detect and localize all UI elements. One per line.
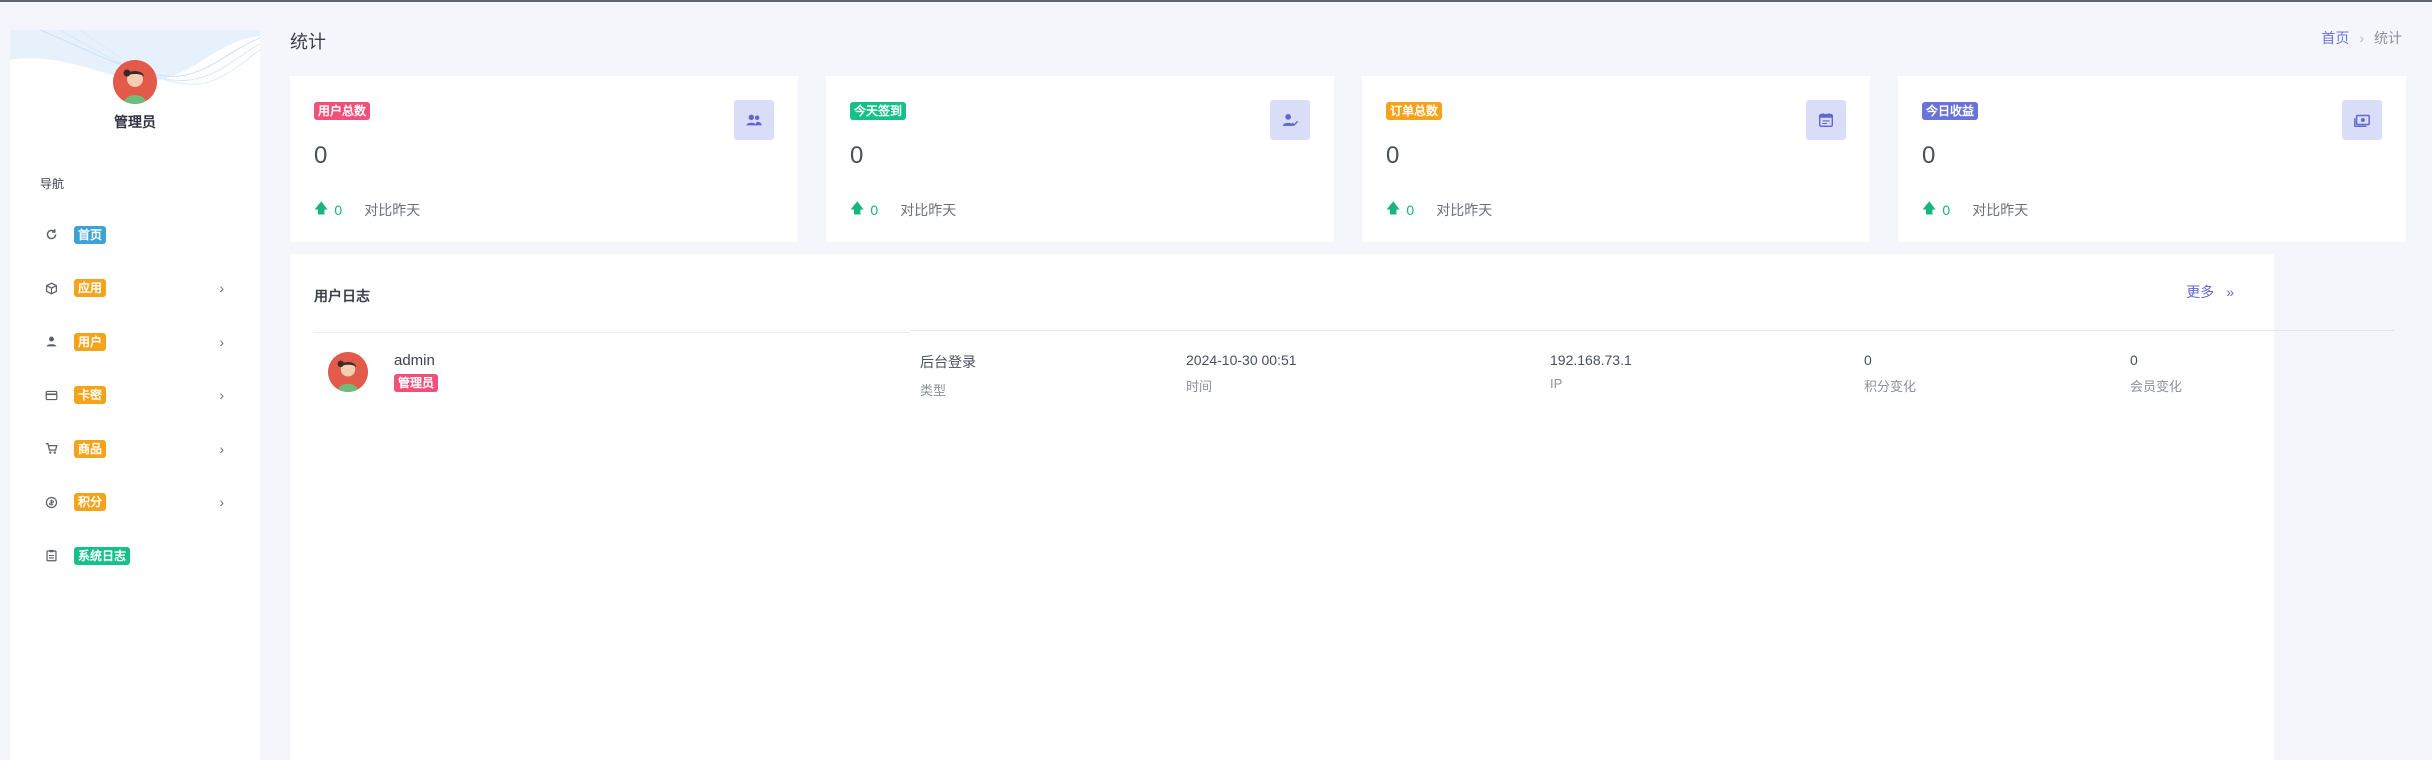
users-icon	[734, 100, 774, 140]
log-points-value: 0	[1864, 352, 1872, 368]
breadcrumb-home-link[interactable]: 首页	[2321, 30, 2349, 46]
sidebar-nav: 首页 应用 › 用户 › 卡密 › 商品 › 积分 › 系统日志	[10, 208, 260, 583]
log-time-label: 时间	[1186, 379, 1213, 394]
stat-card-delta: 0	[870, 202, 879, 218]
breadcrumb-current: 统计	[2374, 30, 2402, 46]
more-link[interactable]: 更多 »	[2186, 282, 2234, 302]
stat-card-today-checkin: 今天签到 0 🡅 0 对比昨天	[826, 76, 1334, 242]
refresh-icon	[44, 228, 58, 242]
stat-card-total-users: 用户总数 0 🡅 0 对比昨天	[290, 76, 798, 242]
sidebar-item-products[interactable]: 商品 ›	[10, 422, 260, 476]
arrow-up-icon: 🡅	[1386, 200, 1401, 216]
breadcrumb-separator: ›	[2359, 30, 2364, 46]
sidebar-item-users[interactable]: 用户 ›	[10, 315, 260, 369]
stat-card-today-revenue: 今日收益 0 🡅 0 对比昨天	[1898, 76, 2406, 242]
log-col-type: 后台登录 类型	[920, 352, 976, 399]
stat-card-label: 用户总数	[314, 102, 371, 120]
more-link-label: 更多	[2186, 284, 2215, 300]
stat-card-delta: 0	[1406, 202, 1415, 218]
sidebar-item-label: 系统日志	[74, 546, 131, 565]
user-icon	[44, 335, 58, 349]
stat-card-compare: 🡅 0 对比昨天	[1386, 198, 1492, 222]
sidebar: 管理员 导航 首页 应用 › 用户 › 卡密 › 商品 › 积分 › 系统日志	[10, 30, 260, 760]
coin-icon	[44, 495, 58, 509]
log-ip-value: 192.168.73.1	[1550, 352, 1632, 368]
stat-card-compare-label: 对比昨天	[1972, 202, 2029, 218]
sidebar-item-home[interactable]: 首页	[10, 208, 260, 262]
stat-card-label: 订单总数	[1386, 102, 1443, 120]
panel-title: 用户日志	[314, 288, 370, 304]
cash-icon	[2342, 100, 2382, 140]
avatar-illustration-icon	[328, 352, 368, 392]
chevron-right-icon: ›	[219, 387, 224, 404]
log-username: admin	[394, 352, 435, 369]
cube-icon	[44, 281, 58, 295]
stat-card-value: 0	[1922, 142, 1936, 169]
card-icon	[44, 388, 58, 402]
double-chevron-right-icon: »	[2226, 284, 2234, 300]
page-title: 统计	[290, 32, 326, 52]
stat-card-compare: 🡅 0 对比昨天	[850, 198, 956, 222]
log-col-points: 0 积分变化	[1864, 352, 1916, 395]
sidebar-item-label: 首页	[74, 225, 107, 244]
arrow-up-icon: 🡅	[1922, 200, 1937, 216]
clipboard-icon	[44, 549, 58, 563]
avatar	[328, 352, 368, 392]
stat-card-delta: 0	[334, 202, 343, 218]
sidebar-item-label: 应用	[74, 279, 107, 298]
log-points-label: 积分变化	[1864, 379, 1917, 394]
stat-card-compare: 🡅 0 对比昨天	[314, 198, 420, 222]
log-col-member: 0 会员变化	[2130, 352, 2182, 395]
user-log-panel: 用户日志 更多 » admin 管理员 后台登录 类型 2024-10-30 00…	[290, 254, 2394, 760]
sidebar-item-label: 用户	[74, 332, 107, 351]
role-badge: 管理员	[394, 374, 439, 392]
avatar-illustration-icon	[113, 60, 157, 104]
chevron-right-icon: ›	[219, 494, 224, 511]
log-member-label: 会员变化	[2130, 379, 2183, 394]
sidebar-item-points[interactable]: 积分 ›	[10, 476, 260, 530]
avatar[interactable]	[113, 60, 157, 104]
window-top-border	[0, 0, 2432, 2]
profile-name: 管理员	[114, 114, 156, 130]
sidebar-item-label: 积分	[74, 493, 107, 512]
stat-card-label: 今天签到	[850, 102, 907, 120]
log-type-value: 后台登录	[920, 354, 976, 370]
log-member-value: 0	[2130, 352, 2138, 368]
log-time-value: 2024-10-30 00:51	[1186, 352, 1297, 368]
chevron-right-icon: ›	[219, 333, 224, 350]
sidebar-item-apps[interactable]: 应用 ›	[10, 262, 260, 316]
stat-card-value: 0	[850, 142, 864, 169]
stat-card-compare-label: 对比昨天	[364, 202, 421, 218]
chevron-right-icon: ›	[219, 280, 224, 297]
stat-card-compare-label: 对比昨天	[900, 202, 957, 218]
stat-card-total-orders: 订单总数 0 🡅 0 对比昨天	[1362, 76, 1870, 242]
stat-card-delta: 0	[1942, 202, 1951, 218]
sidebar-item-system-log[interactable]: 系统日志	[10, 529, 260, 583]
stat-card-compare: 🡅 0 对比昨天	[1922, 198, 2028, 222]
sidebar-item-cards[interactable]: 卡密 ›	[10, 369, 260, 423]
log-col-ip: 192.168.73.1 IP	[1550, 352, 1632, 391]
arrow-up-icon: 🡅	[314, 200, 329, 216]
cart-icon	[44, 442, 58, 456]
sidebar-item-label: 商品	[74, 439, 107, 458]
calendar-icon	[1806, 100, 1846, 140]
stat-card-label: 今日收益	[1922, 102, 1979, 120]
stat-card-value: 0	[314, 142, 328, 169]
table-row: admin 管理员 后台登录 类型 2024-10-30 00:51 时间 19…	[314, 344, 2394, 414]
nav-heading: 导航	[40, 177, 65, 191]
stat-card-value: 0	[1386, 142, 1400, 169]
breadcrumb: 首页 › 统计	[2321, 28, 2402, 48]
log-col-time: 2024-10-30 00:51 时间	[1186, 352, 1297, 395]
stat-card-compare-label: 对比昨天	[1436, 202, 1493, 218]
log-type-label: 类型	[920, 383, 947, 398]
divider	[910, 330, 2394, 331]
profile[interactable]: 管理员	[10, 60, 260, 132]
chevron-right-icon: ›	[219, 440, 224, 457]
log-ip-label: IP	[1550, 376, 1563, 391]
arrow-up-icon: 🡅	[850, 200, 865, 216]
user-check-icon	[1270, 100, 1310, 140]
divider	[314, 332, 910, 333]
sidebar-item-label: 卡密	[74, 386, 107, 405]
